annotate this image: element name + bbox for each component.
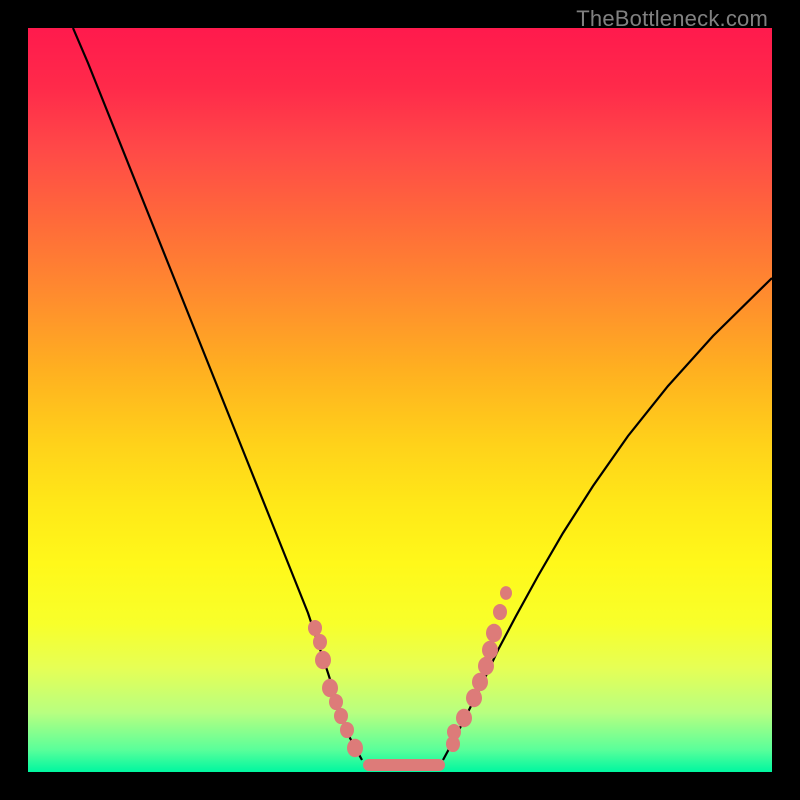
curve-left	[73, 28, 362, 760]
scatter-point	[456, 709, 472, 727]
chart-svg	[28, 28, 772, 772]
scatter-point	[329, 694, 343, 710]
scatter-markers	[308, 586, 512, 757]
scatter-point	[493, 604, 507, 620]
curve-right	[443, 278, 772, 760]
scatter-point	[478, 657, 494, 675]
scatter-point	[340, 722, 354, 738]
scatter-point	[313, 634, 327, 650]
scatter-point	[315, 651, 331, 669]
scatter-point	[466, 689, 482, 707]
scatter-point	[500, 586, 512, 600]
scatter-point	[334, 708, 348, 724]
scatter-point	[486, 624, 502, 642]
scatter-point	[447, 724, 461, 740]
plot-area	[28, 28, 772, 772]
scatter-point	[472, 673, 488, 691]
scatter-point	[308, 620, 322, 636]
scatter-point	[347, 739, 363, 757]
watermark-text: TheBottleneck.com	[576, 6, 768, 32]
bottom-marker-cluster	[363, 759, 445, 771]
scatter-point	[482, 641, 498, 659]
outer-frame: TheBottleneck.com	[0, 0, 800, 800]
